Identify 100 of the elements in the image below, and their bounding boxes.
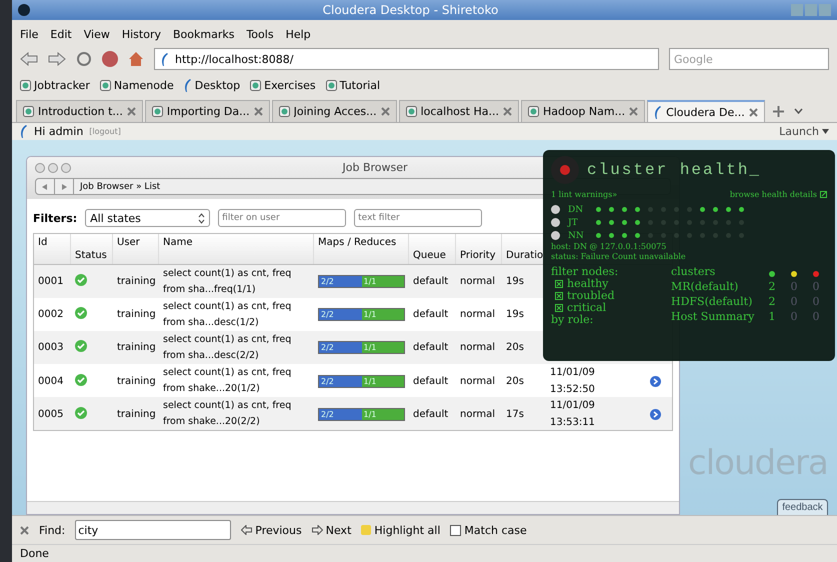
filter-option[interactable]: healthy bbox=[567, 278, 608, 290]
state-select[interactable]: All states bbox=[85, 209, 210, 227]
user-cell-text: training bbox=[116, 309, 157, 320]
name-cell-text: select count(1) as cnt, freq from sha...desc(2/2) bbox=[162, 332, 292, 362]
filters-label: Filters: bbox=[33, 212, 78, 224]
greeting: Hi admin bbox=[34, 125, 84, 138]
user-filter-field[interactable]: filter on user bbox=[218, 209, 346, 227]
close-icon[interactable] bbox=[126, 107, 136, 116]
checkbox-icon[interactable] bbox=[555, 304, 563, 312]
filter-option[interactable]: critical bbox=[567, 302, 606, 314]
checkbox-icon[interactable] bbox=[555, 292, 563, 300]
match-case-checkbox[interactable] bbox=[450, 524, 462, 536]
caret-icon[interactable] bbox=[822, 129, 829, 134]
priority-cell-text: normal bbox=[459, 342, 496, 353]
forward-icon[interactable] bbox=[61, 184, 67, 190]
close-icon[interactable] bbox=[380, 107, 390, 116]
feather-icon bbox=[654, 106, 662, 118]
column-header[interactable]: Maps / Reduces bbox=[314, 234, 409, 264]
eye-icon bbox=[551, 156, 579, 184]
close-icon[interactable] bbox=[629, 107, 638, 116]
node-label: NN bbox=[568, 230, 585, 240]
check-icon bbox=[75, 340, 87, 352]
details-link[interactable]: browse health details bbox=[730, 190, 827, 199]
page-icon bbox=[23, 106, 34, 117]
browser-tab[interactable]: localhost Ha... bbox=[398, 100, 519, 122]
page-icon bbox=[528, 106, 539, 117]
bookmark[interactable]: Desktop bbox=[184, 79, 240, 92]
count: 0 bbox=[812, 296, 820, 310]
left-arrow-icon[interactable] bbox=[241, 525, 252, 535]
menu-item[interactable]: Edit bbox=[50, 28, 72, 41]
page-icon bbox=[100, 80, 111, 91]
menu-item[interactable]: View bbox=[84, 28, 110, 41]
bookmark[interactable]: Tutorial bbox=[326, 79, 380, 92]
menu-item[interactable]: Bookmarks bbox=[172, 28, 234, 41]
browser-tab[interactable]: Introduction t... bbox=[16, 100, 143, 122]
address-field[interactable]: http://localhost:8088/ bbox=[154, 48, 659, 70]
progress-bar: 2/2 1/1 bbox=[318, 341, 405, 354]
menu-item[interactable]: Tools bbox=[246, 28, 274, 41]
check-icon bbox=[75, 307, 87, 319]
back-icon[interactable] bbox=[20, 52, 38, 66]
feedback-button[interactable]: feedback bbox=[777, 499, 828, 515]
duration-cell-text: 20s bbox=[505, 342, 525, 353]
window-title: Cloudera Desktop - Shiretoko bbox=[322, 3, 498, 17]
duration-cell-text: 19s bbox=[505, 276, 525, 287]
priority-cell-text: normal bbox=[459, 309, 496, 320]
browser-tab[interactable]: Importing Da... bbox=[144, 100, 270, 122]
chevron-down-icon[interactable] bbox=[794, 108, 804, 114]
count: 0 bbox=[790, 281, 798, 295]
checkbox-icon[interactable] bbox=[555, 280, 563, 288]
close-icon[interactable] bbox=[20, 526, 29, 534]
stop-icon[interactable] bbox=[102, 51, 118, 67]
right-arrow-icon[interactable] bbox=[312, 525, 323, 535]
column-header[interactable]: Status bbox=[71, 234, 113, 264]
browser-tab[interactable]: Cloudera De... bbox=[647, 100, 766, 122]
back-icon[interactable] bbox=[42, 184, 48, 190]
close-icon[interactable] bbox=[502, 107, 512, 116]
bookmark[interactable]: Exercises bbox=[250, 79, 316, 92]
column-header[interactable]: User bbox=[113, 234, 159, 264]
previous-button[interactable]: Previous bbox=[241, 524, 302, 536]
check-icon bbox=[75, 374, 87, 386]
next-button[interactable]: Next bbox=[312, 524, 352, 536]
bookmark[interactable]: Jobtracker bbox=[20, 79, 90, 92]
menu-item[interactable]: History bbox=[122, 28, 161, 41]
progress-bar: 2/2 1/1 bbox=[318, 374, 405, 388]
bookmark[interactable]: Namenode bbox=[100, 79, 174, 92]
menu-item[interactable]: Help bbox=[286, 28, 311, 41]
column-header[interactable]: Priority bbox=[456, 234, 502, 264]
match-case-label[interactable]: Match case bbox=[464, 524, 527, 536]
text-filter-field[interactable]: text filter bbox=[354, 209, 482, 227]
menu-item[interactable]: File bbox=[20, 28, 38, 41]
page-icon bbox=[406, 106, 417, 117]
name-cell-text: select count(1) as cnt, freq from shake...20(2/2) bbox=[162, 399, 292, 429]
close-icon[interactable] bbox=[749, 108, 758, 116]
check-icon bbox=[75, 406, 87, 418]
forward-icon[interactable] bbox=[48, 52, 66, 66]
launch-menu[interactable]: Launch bbox=[779, 125, 829, 138]
date-cell-text: 11/01/09 13:52:50 bbox=[549, 366, 596, 397]
count: 0 bbox=[812, 281, 820, 295]
highlight-all-button[interactable]: Highlight all bbox=[361, 524, 440, 536]
cluster-name: HDFS(default) bbox=[671, 296, 754, 310]
filter-option[interactable]: troubled bbox=[567, 290, 614, 302]
id-cell-text: 0003 bbox=[37, 342, 64, 353]
queue-cell-text: default bbox=[412, 376, 450, 386]
column-header[interactable]: Queue bbox=[409, 234, 456, 264]
new-tab-icon[interactable] bbox=[773, 106, 784, 116]
close-icon[interactable] bbox=[254, 107, 263, 116]
column-header[interactable]: Id bbox=[34, 234, 71, 264]
browser-tab[interactable]: Hadoop Nam... bbox=[520, 100, 646, 122]
column-header[interactable]: Name bbox=[159, 234, 314, 264]
up-down-arrows-icon[interactable] bbox=[198, 212, 206, 224]
external-link-icon[interactable] bbox=[820, 191, 827, 198]
name-cell-text: select count(1) as cnt, freq from sha...freq(1/1) bbox=[162, 266, 292, 296]
count: 2 bbox=[768, 296, 776, 310]
find-field[interactable]: city bbox=[75, 520, 232, 540]
home-icon[interactable] bbox=[128, 51, 144, 67]
progress-bar: 2/2 1/1 bbox=[318, 308, 405, 321]
node-label: JT bbox=[568, 218, 579, 228]
id-cell-text: 0005 bbox=[37, 408, 64, 420]
priority-cell-text: normal bbox=[459, 376, 496, 386]
queue-cell-text: default bbox=[412, 276, 450, 287]
